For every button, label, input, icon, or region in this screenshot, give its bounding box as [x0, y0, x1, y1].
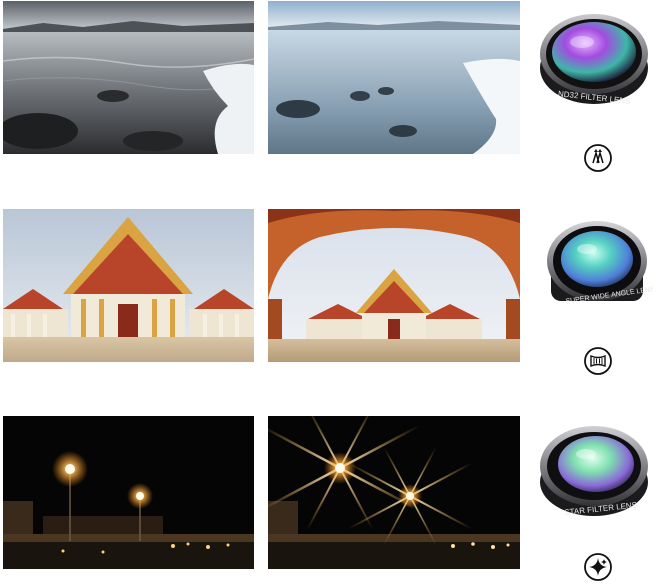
temple-photo-after — [268, 209, 520, 362]
super-wide-angle-lens: SUPER WIDE ANGLE LENS — [541, 211, 653, 323]
lake-photo-before — [3, 1, 254, 154]
temple-photo-before — [3, 209, 254, 362]
wide-angle-icon — [583, 346, 613, 376]
night-photo-before — [3, 416, 254, 569]
night-photo-after — [268, 416, 520, 569]
lake-photo-after — [268, 1, 520, 154]
polarizer-icon — [583, 143, 613, 173]
star-filter-icon — [583, 552, 613, 582]
star-filter-lens: STAR FILTER LENS — [538, 418, 650, 530]
cpl-filter-lens: ND32 FILTER LENS — [538, 6, 650, 118]
